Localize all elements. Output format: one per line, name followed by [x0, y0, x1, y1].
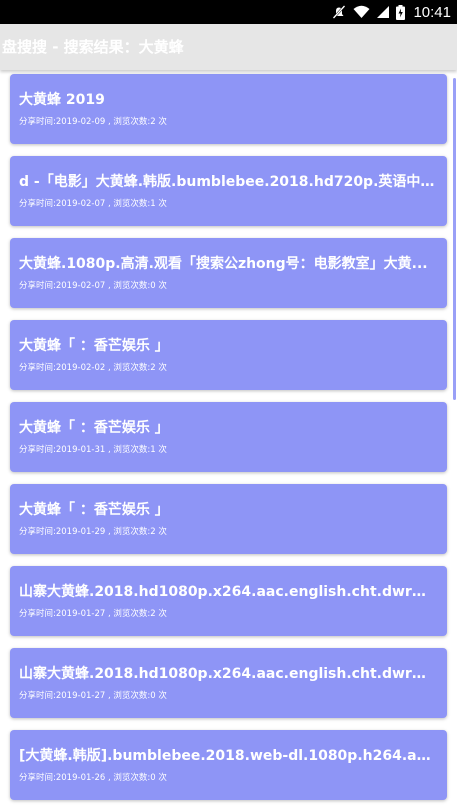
scrollbar[interactable]: [453, 78, 456, 400]
result-title: 大黄蜂.1080p.高清.观看「搜索公zhong号：电影教室」大黄...: [19, 256, 428, 272]
result-card[interactable]: 山寨大黄蜂.2018.hd1080p.x264.aac.english.cht.…: [10, 648, 447, 718]
battery-icon: [396, 4, 406, 20]
result-card[interactable]: 大黄蜂「 ：香芒娱乐 」 分享时间:2019-01-31 , 浏览次数:1 次: [10, 402, 447, 472]
result-meta: 分享时间:2019-02-09 , 浏览次数:2 次: [19, 117, 167, 127]
result-meta: 分享时间:2019-01-27 , 浏览次数:0 次: [19, 691, 167, 701]
result-title: [大黄蜂.韩版].bumblebee.2018.web-dl.1080p.h26…: [19, 748, 435, 764]
results-container: 大黄蜂 2019 分享时间:2019-02-09 , 浏览次数:2 次 d -「…: [10, 74, 447, 812]
result-card[interactable]: d -「电影」大黄蜂.韩版.bumblebee.2018.hd720p.英语中字…: [10, 156, 447, 226]
result-meta: 分享时间:2019-01-29 , 浏览次数:2 次: [19, 527, 167, 537]
result-card[interactable]: 大黄蜂「 ：香芒娱乐 」 分享时间:2019-02-02 , 浏览次数:2 次: [10, 320, 447, 390]
result-card[interactable]: [大黄蜂.韩版].bumblebee.2018.web-dl.1080p.h26…: [10, 730, 447, 800]
result-title: d -「电影」大黄蜂.韩版.bumblebee.2018.hd720p.英语中字…: [19, 174, 435, 190]
status-time: 10:41: [413, 3, 451, 21]
app-bar: 盘搜搜 - 搜索结果：大黄蜂: [0, 24, 457, 70]
wifi-icon: [353, 5, 370, 19]
result-card[interactable]: 山寨大黄蜂.2018.hd1080p.x264.aac.english.cht.…: [10, 566, 447, 636]
result-title: 大黄蜂「 ：香芒娱乐 」: [19, 338, 169, 354]
result-meta: 分享时间:2019-02-02 , 浏览次数:2 次: [19, 363, 167, 373]
mute-icon: [331, 4, 347, 20]
result-meta: 分享时间:2019-01-27 , 浏览次数:2 次: [19, 609, 167, 619]
result-meta: 分享时间:2019-01-26 , 浏览次数:0 次: [19, 773, 167, 783]
result-title: 大黄蜂 2019: [19, 92, 105, 108]
results-list[interactable]: 大黄蜂 2019 分享时间:2019-02-09 , 浏览次数:2 次 d -「…: [0, 70, 457, 812]
result-title: 大黄蜂「 ：香芒娱乐 」: [19, 502, 169, 518]
page-title: 盘搜搜 - 搜索结果：大黄蜂: [2, 38, 184, 56]
result-meta: 分享时间:2019-01-31 , 浏览次数:1 次: [19, 445, 167, 455]
result-card[interactable]: 大黄蜂「 ：香芒娱乐 」 分享时间:2019-01-29 , 浏览次数:2 次: [10, 484, 447, 554]
status-bar: 10:41: [0, 0, 457, 24]
result-card[interactable]: 大黄蜂.1080p.高清.观看「搜索公zhong号：电影教室」大黄... 分享时…: [10, 238, 447, 308]
signal-icon: [376, 5, 390, 19]
result-title: 大黄蜂「 ：香芒娱乐 」: [19, 420, 169, 436]
result-meta: 分享时间:2019-02-07 , 浏览次数:1 次: [19, 199, 167, 209]
result-card[interactable]: 大黄蜂 2019 分享时间:2019-02-09 , 浏览次数:2 次: [10, 74, 447, 144]
result-title: 山寨大黄蜂.2018.hd1080p.x264.aac.english.cht.…: [19, 666, 435, 682]
result-meta: 分享时间:2019-02-07 , 浏览次数:0 次: [19, 281, 167, 291]
status-icons: 10:41: [331, 0, 451, 24]
result-title: 山寨大黄蜂.2018.hd1080p.x264.aac.english.cht.…: [19, 584, 435, 600]
